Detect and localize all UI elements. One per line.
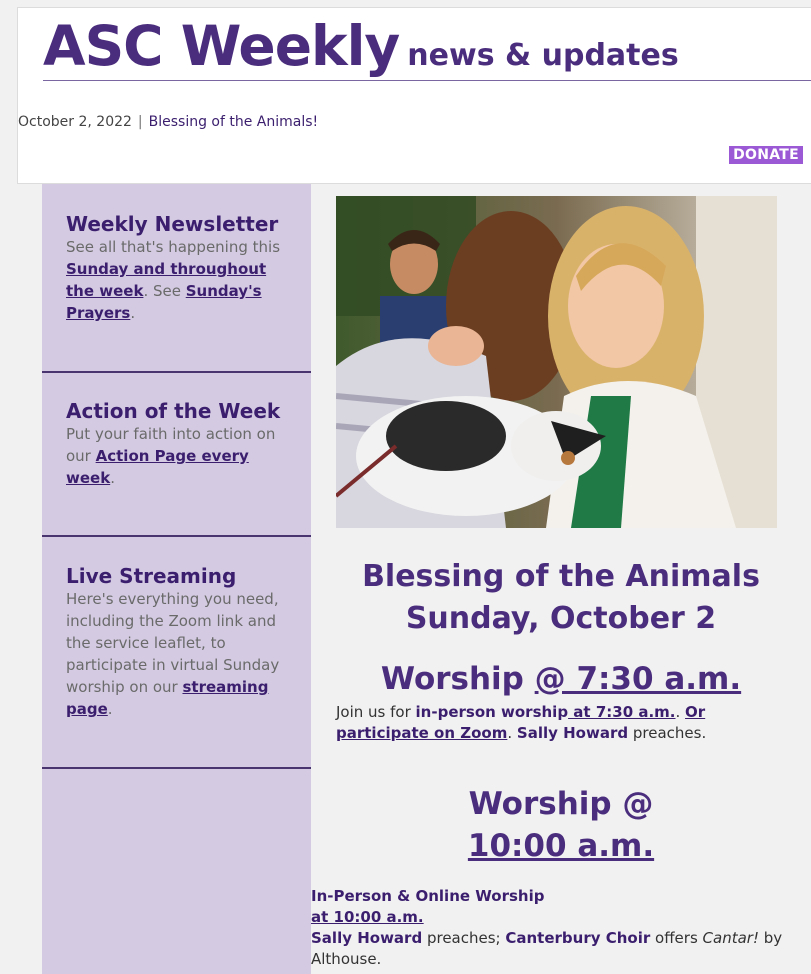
newsletter-header: ASC Weekly news & updates October 2, 2022… xyxy=(17,7,811,184)
sidebar-divider xyxy=(42,535,311,537)
sidebar-text: See all that's happening this xyxy=(66,238,281,256)
sidebar-heading-newsletter: Weekly Newsletter xyxy=(66,212,279,236)
worship-730-heading: Worship @ 7:30 a.m. xyxy=(311,659,811,699)
sidebar: Weekly Newsletter See all that's happeni… xyxy=(42,184,311,974)
event-photo xyxy=(336,196,777,528)
sidebar-text-newsletter: See all that's happening this Sunday and… xyxy=(66,236,287,324)
event-date: Sunday, October 2 xyxy=(405,601,717,636)
issue-subject: Blessing of the Animals! xyxy=(148,114,319,130)
time-730-link[interactable]: at 7:30 a.m. xyxy=(568,703,675,721)
choir-name: Canterbury Choir xyxy=(505,929,651,947)
worship-1000-description: In-Person & Online Worship at 10:00 a.m.… xyxy=(311,886,796,970)
worship-730-prefix: Worship xyxy=(380,661,535,697)
dateline: October 2, 2022 | Blessing of the Animals! xyxy=(18,114,318,130)
worship-730-link[interactable]: @ 7:30 a.m. xyxy=(535,661,741,697)
sidebar-section-newsletter: Weekly Newsletter See all that's happeni… xyxy=(42,212,311,324)
time-1000-link[interactable]: at 10:00 a.m. xyxy=(311,908,424,926)
sidebar-text: . xyxy=(110,469,115,487)
masthead-rule xyxy=(43,80,811,81)
sidebar-text: . xyxy=(107,700,113,718)
sidebar-text: . xyxy=(130,304,136,322)
text: . xyxy=(507,724,517,742)
text: preaches. xyxy=(628,724,707,742)
worship-1000-line: Worship @ xyxy=(468,786,654,822)
sidebar-text-action: Put your faith into action on our Action… xyxy=(66,423,287,489)
masthead: ASC Weekly news & updates xyxy=(43,14,679,78)
preacher-name: Sally Howard xyxy=(516,724,629,742)
worship-1000-link[interactable]: 10:00 a.m. xyxy=(468,828,654,864)
sidebar-divider xyxy=(42,767,311,769)
worship-730-description: Join us for in-person worship at 7:30 a.… xyxy=(336,703,707,742)
preacher-name: Sally Howard xyxy=(311,929,423,947)
text: Join us for xyxy=(336,703,416,721)
sidebar-divider xyxy=(42,371,311,373)
event-title-line: Blessing of the Animals xyxy=(362,559,760,594)
worship-1000-heading: Worship @ 10:00 a.m. xyxy=(311,783,811,867)
sidebar-section-action: Action of the Week Put your faith into a… xyxy=(42,399,311,489)
sidebar-section-streaming: Live Streaming Here's everything you nee… xyxy=(42,564,311,720)
anthem-title: Cantar! xyxy=(702,929,759,947)
dateline-separator: | xyxy=(137,114,143,130)
worship-type: In-Person & Online Worship xyxy=(311,887,545,905)
sidebar-text: . See xyxy=(143,282,186,300)
text: preaches; xyxy=(422,929,506,947)
sidebar-heading-streaming: Live Streaming xyxy=(66,564,237,588)
event-title: Blessing of the Animals Sunday, October … xyxy=(311,556,811,640)
masthead-title: ASC Weekly xyxy=(43,14,400,78)
masthead-subtitle: news & updates xyxy=(407,38,679,73)
issue-date: October 2, 2022 xyxy=(18,114,132,130)
sidebar-heading-action: Action of the Week xyxy=(66,399,281,423)
donate-button[interactable]: DONATE xyxy=(729,146,803,164)
text: offers xyxy=(650,929,703,947)
in-person-label: in-person worship xyxy=(415,703,569,721)
sidebar-text-streaming: Here's everything you need, including th… xyxy=(66,588,287,720)
event-photo-illustration xyxy=(336,196,777,528)
